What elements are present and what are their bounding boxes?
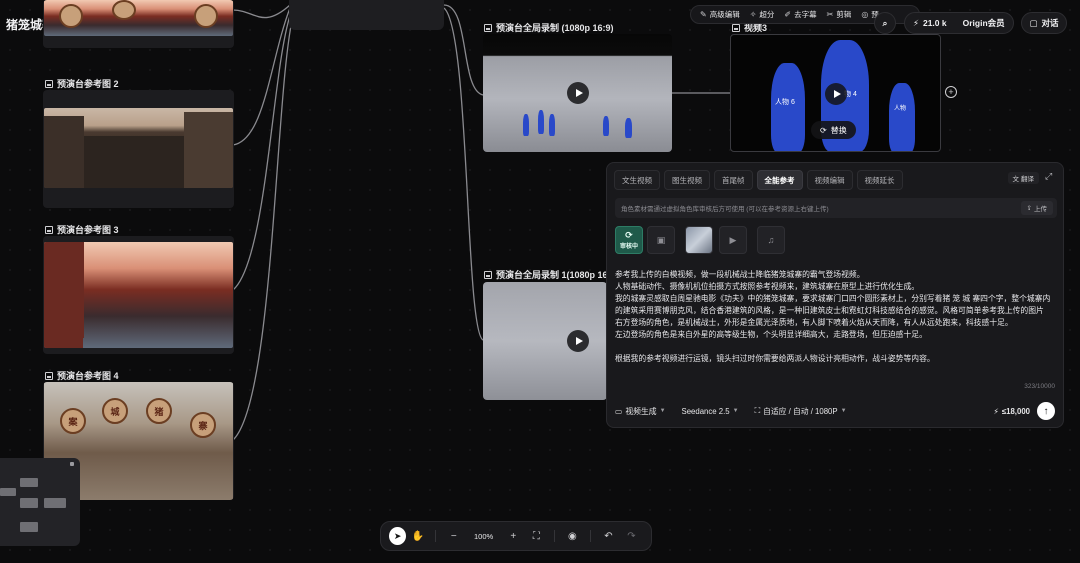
chevron-down-icon: ▼ <box>659 408 666 414</box>
video-card-3[interactable]: 人物 6 物 4 人物 ⟳ 替换 <box>730 34 941 152</box>
pointer-tool-icon[interactable]: ➤ <box>389 527 407 545</box>
tab-video-extend[interactable]: 视频延长 <box>856 170 903 190</box>
ref-card-2[interactable] <box>43 90 234 208</box>
hand-tool-icon[interactable]: ✋ <box>406 526 429 546</box>
image-slot-icon[interactable]: ▣ <box>647 226 675 254</box>
chat-button[interactable]: ▢ 对话 <box>1021 12 1067 34</box>
ref-card-label: 预演台参考图 2 <box>45 77 119 90</box>
expand-icon[interactable]: ⤢ <box>1045 171 1055 181</box>
upload-button[interactable]: ⇪ 上传 <box>1020 201 1053 215</box>
search-button[interactable]: ⌕ <box>874 12 896 34</box>
chevron-down-icon: ▼ <box>732 408 739 414</box>
settings-select[interactable]: ⛶ 自适应 / 自动 / 1080P ▼ <box>755 406 847 417</box>
chevron-down-icon: ▼ <box>840 408 847 414</box>
generation-panel: 文生视频 图生视频 首尾帧 全能参考 视频编辑 视频延长 文翻译 ⤢ 角色素材需… <box>606 162 1064 428</box>
image-icon <box>45 371 53 380</box>
sign-icon <box>112 0 136 20</box>
canvas-toolbar: ➤ ✋ − 100% + ⛶ ◉ ↶ ↷ <box>380 521 652 551</box>
sign-icon: 案 <box>60 408 86 434</box>
undo-icon[interactable]: ↶ <box>597 526 620 546</box>
fit-screen-icon[interactable]: ⛶ <box>525 526 548 546</box>
figure-label: 人物 <box>894 106 907 112</box>
sign-icon: 城 <box>102 398 128 424</box>
notice-bar: 角色素材需通过虚拟角色库审核后方可使用 (可以在参考资源上右键上传) ⇪ 上传 <box>615 198 1057 218</box>
figure-label: 人物 6 <box>775 99 795 106</box>
tab-text-to-video[interactable]: 文生视频 <box>614 170 660 190</box>
ref-image-3 <box>44 242 233 348</box>
search-icon: ⌕ <box>882 17 888 28</box>
mode-select[interactable]: ▭ 视频生成 ▼ <box>615 406 666 417</box>
prompt-textarea[interactable]: 参考我上传的白模视频，做一段机械战士降临猪笼城寨的霸气登场视频。 人物基础动作、… <box>615 269 1057 365</box>
lightning-icon: ⚡ <box>913 17 919 28</box>
upload-icon: ⇪ <box>1026 205 1032 212</box>
reference-thumbnail[interactable] <box>685 226 713 254</box>
chat-icon: ▢ <box>1029 17 1038 28</box>
play-button[interactable] <box>567 82 589 104</box>
model-select[interactable]: Seedance 2.5 ▼ <box>682 407 739 416</box>
ref-card-1[interactable] <box>43 0 234 48</box>
add-node-icon[interactable]: + <box>945 86 957 98</box>
camera-icon: ▭ <box>615 406 623 416</box>
lightning-icon: ⚡ <box>993 406 999 416</box>
video-icon <box>484 270 492 279</box>
video-card-label: 预演台全局录制 1(1080p 16:9 <box>484 268 616 281</box>
tab-image-to-video[interactable]: 图生视频 <box>664 170 710 190</box>
toolbar-remove-subtitle[interactable]: ✐ 去字幕 <box>784 9 816 20</box>
translate-button[interactable]: 文翻译 <box>1007 172 1039 184</box>
play-button[interactable] <box>825 83 847 105</box>
reference-slot-reviewing[interactable]: ⟳ 审核中 <box>615 226 643 254</box>
minimap[interactable] <box>0 458 80 546</box>
ref-image-2 <box>44 108 233 188</box>
video-card-1[interactable] <box>483 34 672 152</box>
mode-tabs: 文生视频 图生视频 首尾帧 全能参考 视频编辑 视频延长 <box>614 170 903 190</box>
ref-image-1 <box>44 0 233 36</box>
audio-slot-icon[interactable]: ♫ <box>757 226 785 254</box>
image-icon <box>45 225 53 234</box>
image-icon <box>45 79 53 88</box>
tab-first-last-frame[interactable]: 首尾帧 <box>714 170 753 190</box>
tab-video-edit[interactable]: 视频编辑 <box>806 170 853 190</box>
video-card-label: 预演台全局录制 (1080p 16:9) <box>484 21 614 34</box>
pen-icon: ✎ <box>700 10 707 19</box>
toolbar-cut[interactable]: ✂ 剪辑 <box>827 9 852 20</box>
zoom-in-icon[interactable]: + <box>502 526 525 546</box>
ref-card-3[interactable] <box>43 236 234 354</box>
loading-icon: ⟳ <box>625 230 633 240</box>
toolbar-advanced-edit[interactable]: ✎ 高级编辑 <box>700 9 740 20</box>
replace-button[interactable]: ⟳ 替换 <box>811 121 856 139</box>
refresh-icon: ⟳ <box>820 125 827 135</box>
cost-estimate: ⚡ ≤18,000 <box>993 406 1030 416</box>
sign-icon <box>194 4 218 28</box>
sign-icon <box>59 4 83 28</box>
ref-card-label: 预演台参考图 3 <box>45 223 119 236</box>
send-button[interactable]: ↑ <box>1037 402 1055 420</box>
ref-card-label: 预演台参考图 4 <box>45 369 119 382</box>
redo-icon[interactable]: ↷ <box>620 526 643 546</box>
eye-icon: ◎ <box>861 10 869 19</box>
scissors-icon: ✂ <box>826 10 834 19</box>
video-card-2[interactable] <box>483 282 607 400</box>
char-counter: 323/10000 <box>1024 383 1055 390</box>
zoom-out-icon[interactable]: − <box>442 526 465 546</box>
visibility-icon[interactable]: ◉ <box>561 526 584 546</box>
translate-icon: 文 <box>1012 176 1020 183</box>
collapsed-node[interactable] <box>289 0 444 30</box>
video-icon <box>484 23 492 32</box>
account-pill[interactable]: ⚡ 21.0 k Origin会员 <box>904 12 1014 34</box>
video-slot-icon[interactable]: ▶ <box>719 226 747 254</box>
sign-icon: 猪 <box>146 398 172 424</box>
sign-icon: 寨 <box>190 412 216 438</box>
play-button[interactable] <box>567 330 589 352</box>
zoom-level[interactable]: 100% <box>465 532 502 541</box>
subtitle-icon: ✐ <box>784 10 792 19</box>
sparkle-icon: ✧ <box>749 10 757 19</box>
member-badge[interactable]: Origin会员 <box>963 17 1005 29</box>
toolbar-upscale[interactable]: ✧ 超分 <box>750 9 775 20</box>
tab-omni-reference[interactable]: 全能参考 <box>756 170 803 190</box>
arrow-up-icon: ↑ <box>1043 405 1049 417</box>
aspect-icon: ⛶ <box>754 406 761 415</box>
generation-options: ▭ 视频生成 ▼ Seedance 2.5 ▼ ⛶ 自适应 / 自动 / 108… <box>615 401 1055 421</box>
video-icon <box>732 23 740 32</box>
